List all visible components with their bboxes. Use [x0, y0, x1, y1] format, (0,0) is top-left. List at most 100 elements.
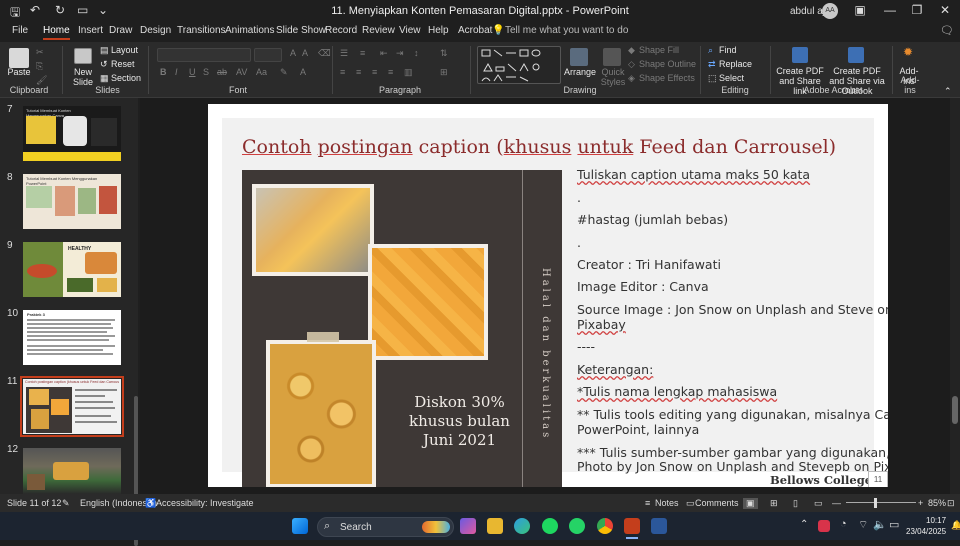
reset-button[interactable]: Reset	[111, 59, 135, 69]
replace-button[interactable]: Replace	[719, 59, 752, 69]
decrease-indent-icon[interactable]: ⇤	[380, 48, 388, 58]
shapes-gallery[interactable]	[477, 46, 561, 84]
tab-slide-show[interactable]: Slide Show	[276, 25, 326, 36]
shape-fill-button[interactable]: Shape Fill	[639, 45, 679, 55]
accessibility-status[interactable]: Accessibility: Investigate	[156, 498, 254, 508]
copilot-icon[interactable]	[460, 518, 476, 534]
tab-file[interactable]: File	[12, 25, 28, 36]
tab-help[interactable]: Help	[428, 25, 449, 36]
avatar[interactable]: AA	[822, 3, 838, 19]
chrome-icon[interactable]	[597, 518, 613, 534]
wifi-icon[interactable]: ⌔	[858, 518, 868, 532]
smartart-icon[interactable]: ⊞	[440, 67, 448, 77]
restore-icon[interactable]: ❐	[907, 3, 927, 17]
find-button[interactable]: Find	[719, 45, 737, 55]
section-button[interactable]: Section	[111, 73, 141, 83]
strikethrough-icon[interactable]: ab	[217, 67, 227, 77]
tab-draw[interactable]: Draw	[109, 25, 132, 36]
layout-button[interactable]: Layout	[111, 45, 138, 55]
slide-sorter-icon[interactable]: ⊞	[770, 498, 778, 509]
tab-design[interactable]: Design	[140, 25, 171, 36]
zoom-level[interactable]: 85%	[928, 498, 946, 508]
system-clock[interactable]: 10:17 23/04/2025	[906, 515, 946, 537]
file-explorer-icon[interactable]	[487, 518, 503, 534]
grow-font-icon[interactable]: A	[290, 48, 296, 58]
spotify-icon[interactable]	[542, 518, 558, 534]
shadow-icon[interactable]: S	[203, 67, 209, 77]
align-right-icon[interactable]: ≡	[372, 67, 377, 77]
comments-icon[interactable]: 🗨	[940, 24, 954, 37]
tab-acrobat[interactable]: Acrobat	[458, 25, 492, 36]
italic-icon[interactable]: I	[175, 67, 178, 77]
tab-animations[interactable]: Animations	[225, 25, 274, 36]
align-center-icon[interactable]: ≡	[356, 67, 361, 77]
slide-thumbnail-9[interactable]: HEALTHY	[23, 242, 121, 297]
zoom-out-icon[interactable]: —	[832, 498, 841, 508]
shrink-font-icon[interactable]: A	[302, 48, 308, 58]
arrange-button[interactable]: Arrange	[562, 67, 598, 77]
edge-icon[interactable]	[514, 518, 530, 534]
slide-thumbnail-7[interactable]: Tutorial Membuat Konten Menggunakan Canv…	[23, 106, 121, 161]
taskbar-search[interactable]: ⌕ Search	[317, 517, 454, 537]
whatsapp-icon[interactable]	[569, 518, 585, 534]
format-painter-icon[interactable]: 🖌	[36, 75, 47, 85]
clear-format-icon[interactable]: ⌫	[318, 48, 331, 58]
tab-record[interactable]: Record	[325, 25, 357, 36]
copy-icon[interactable]: ⎘	[36, 61, 43, 71]
volume-icon[interactable]: 🔈	[873, 518, 887, 531]
tab-insert[interactable]: Insert	[78, 25, 103, 36]
tab-view[interactable]: View	[399, 25, 421, 36]
underline-icon[interactable]: U	[189, 67, 196, 77]
powerpoint-taskbar-icon[interactable]	[624, 518, 640, 534]
word-icon[interactable]	[651, 518, 667, 534]
font-size-select[interactable]	[254, 48, 282, 62]
notes-button[interactable]: Notes	[655, 498, 679, 508]
quick-styles-button[interactable]: Quick Styles	[596, 67, 630, 87]
slide-thumbnail-10[interactable]: Praktek 3	[23, 310, 121, 365]
increase-indent-icon[interactable]: ⇥	[396, 48, 404, 58]
canvas-scrollbar[interactable]	[950, 98, 960, 494]
char-spacing-icon[interactable]: AV	[236, 67, 247, 77]
tray-app-icon[interactable]	[818, 520, 830, 532]
minimize-icon[interactable]: —	[880, 3, 900, 17]
bullets-icon[interactable]: ☰	[340, 48, 348, 58]
normal-view-icon[interactable]: ▣	[743, 498, 758, 509]
show-hidden-icons[interactable]: ⌃	[800, 519, 808, 530]
zoom-slider-thumb[interactable]	[874, 498, 877, 508]
text-direction-icon[interactable]: ⇅	[440, 48, 448, 58]
current-slide[interactable]: Contoh postingan caption (khusus untuk F…	[208, 104, 888, 487]
zoom-slider[interactable]	[846, 502, 916, 503]
paste-button[interactable]: Paste	[4, 67, 34, 77]
slideshow-view-icon[interactable]: ▭	[814, 498, 823, 509]
comments-button[interactable]: Comments	[695, 498, 739, 508]
slide-thumbnail-11[interactable]: Contoh postingan caption (khusus untuk F…	[20, 376, 124, 437]
battery-icon[interactable]: ▭	[889, 518, 899, 531]
notification-icon[interactable]: 🔔	[951, 520, 960, 531]
new-slide-icon[interactable]	[74, 48, 92, 64]
tab-review[interactable]: Review	[362, 25, 395, 36]
align-left-icon[interactable]: ≡	[340, 67, 345, 77]
spellcheck-icon[interactable]: ✎	[62, 498, 70, 509]
bold-icon[interactable]: B	[160, 67, 167, 77]
zoom-in-icon[interactable]: +	[918, 498, 923, 508]
new-slide-button[interactable]: New Slide	[66, 67, 100, 87]
slide-thumbnail-12[interactable]	[23, 448, 121, 494]
select-button[interactable]: Select	[719, 73, 744, 83]
collapse-ribbon-icon[interactable]: ⌃	[944, 86, 952, 96]
cut-icon[interactable]: ✂	[36, 47, 44, 57]
slide-title[interactable]: Contoh postingan caption (khusus untuk F…	[242, 136, 836, 158]
justify-icon[interactable]: ≡	[388, 67, 393, 77]
ribbon-display-icon[interactable]: ▣	[850, 3, 870, 17]
tell-me-input[interactable]: Tell me what you want to do	[505, 25, 628, 36]
font-color-icon[interactable]: A	[300, 67, 306, 77]
columns-icon[interactable]: ▥	[404, 67, 413, 77]
tab-transitions[interactable]: Transitions	[177, 25, 226, 36]
reading-view-icon[interactable]: ▯	[793, 498, 798, 509]
highlight-icon[interactable]: ✎	[280, 67, 288, 77]
shape-outline-button[interactable]: Shape Outline	[639, 59, 696, 69]
close-icon[interactable]: ✕	[935, 3, 955, 17]
line-spacing-icon[interactable]: ↕	[414, 48, 419, 58]
fit-slide-icon[interactable]: ⊡	[947, 498, 955, 509]
paste-icon[interactable]	[9, 48, 29, 68]
change-case-icon[interactable]: Aa	[256, 67, 267, 77]
